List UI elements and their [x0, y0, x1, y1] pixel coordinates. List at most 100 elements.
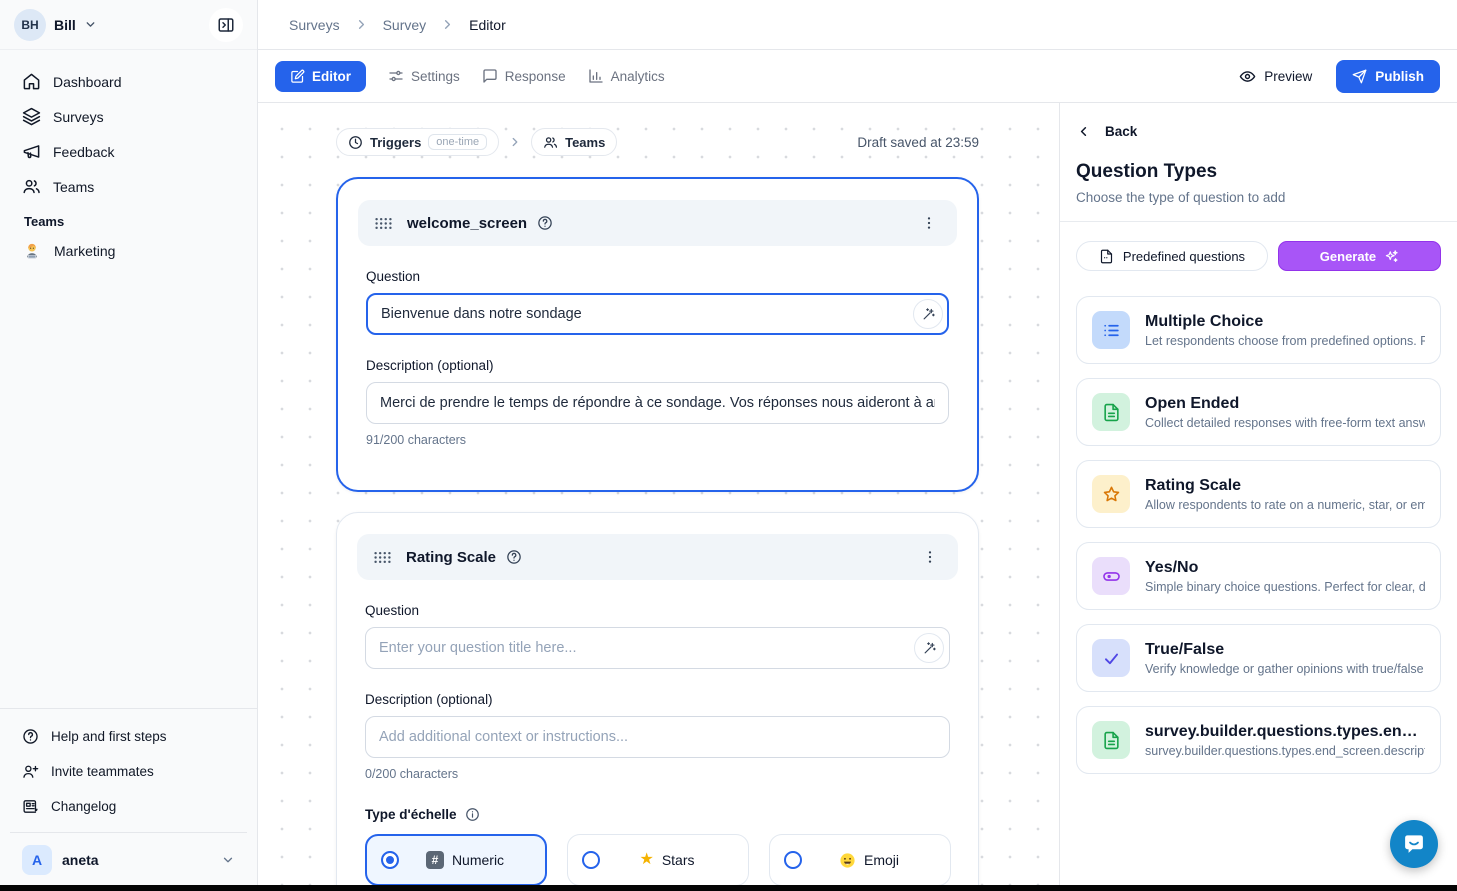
- chevron-left-icon: [1076, 124, 1091, 139]
- question-card-header: welcome_screen: [358, 200, 957, 246]
- sidebar-item-surveys[interactable]: Surveys: [10, 99, 247, 134]
- generate-button[interactable]: Generate: [1278, 241, 1441, 271]
- chevron-down-icon[interactable]: [84, 18, 97, 31]
- breadcrumb-survey[interactable]: Survey: [383, 17, 427, 33]
- type-card-yes-no[interactable]: Yes/No Simple binary choice questions. P…: [1076, 542, 1441, 610]
- ai-rewrite-button[interactable]: [913, 299, 943, 329]
- sidebar-footer: Help and first steps Invite teammates Ch…: [0, 708, 257, 891]
- preview-label: Preview: [1264, 69, 1312, 84]
- card-menu-button[interactable]: [918, 545, 942, 569]
- question-type-list: Multiple Choice Let respondents choose f…: [1060, 271, 1457, 799]
- description-label: Description (optional): [365, 692, 950, 707]
- window-bottom-edge: [0, 885, 1457, 891]
- tab-editor[interactable]: Editor: [275, 61, 366, 92]
- panel-actions: Predefined questions Generate: [1060, 222, 1457, 271]
- tab-settings[interactable]: Settings: [388, 68, 460, 84]
- question-title-input[interactable]: [365, 627, 950, 669]
- teams-pill-label: Teams: [565, 135, 605, 150]
- sidebar-item-changelog[interactable]: Changelog: [10, 789, 247, 824]
- users-icon: [22, 177, 41, 196]
- drag-handle-icon[interactable]: [373, 550, 392, 565]
- scale-option-numeric[interactable]: # Numeric: [365, 834, 547, 886]
- type-description: Allow respondents to rate on a numeric, …: [1145, 498, 1425, 512]
- char-count: 91/200 characters: [366, 433, 949, 447]
- sidebar-item-label: Invite teammates: [51, 764, 154, 779]
- predefined-questions-button[interactable]: Predefined questions: [1076, 241, 1268, 271]
- file-icon: [1099, 249, 1114, 264]
- type-name: Rating Scale: [1145, 477, 1425, 495]
- type-card-end-screen[interactable]: survey.builder.questions.types.end_scr..…: [1076, 706, 1441, 774]
- drag-handle-icon[interactable]: [374, 216, 393, 231]
- preview-button[interactable]: Preview: [1239, 68, 1312, 85]
- radio-unselected[interactable]: [582, 851, 600, 869]
- sidebar-item-team-marketing[interactable]: Marketing: [10, 233, 247, 269]
- help-circle-icon[interactable]: [537, 215, 553, 231]
- chevron-down-icon: [221, 853, 235, 867]
- send-icon: [1352, 69, 1367, 84]
- breadcrumb: Surveys Survey Editor: [258, 0, 1457, 50]
- tab-label: Response: [505, 69, 566, 84]
- trigger-type-badge: one-time: [428, 134, 487, 150]
- back-label: Back: [1105, 124, 1137, 139]
- sidebar-item-help[interactable]: Help and first steps: [10, 719, 247, 754]
- triggers-pill[interactable]: Triggers one-time: [336, 128, 499, 156]
- list-icon: [1092, 311, 1130, 349]
- question-title-input[interactable]: [366, 293, 949, 335]
- sidebar-item-dashboard[interactable]: Dashboard: [10, 64, 247, 99]
- back-button[interactable]: Back: [1076, 124, 1441, 139]
- breadcrumb-surveys[interactable]: Surveys: [289, 17, 340, 33]
- sidebar-item-feedback[interactable]: Feedback: [10, 134, 247, 169]
- type-description: Collect detailed responses with free-for…: [1145, 416, 1425, 430]
- sidebar-item-label: Changelog: [51, 799, 116, 814]
- info-icon[interactable]: [465, 807, 480, 822]
- breadcrumb-editor: Editor: [469, 17, 506, 33]
- help-circle-icon: [22, 728, 39, 745]
- sidebar-item-label: Help and first steps: [51, 729, 167, 744]
- edit-icon: [290, 69, 305, 84]
- chat-launcher-button[interactable]: [1390, 820, 1438, 868]
- type-card-open-ended[interactable]: Open Ended Collect detailed responses wi…: [1076, 378, 1441, 446]
- type-description: Let respondents choose from predefined o…: [1145, 334, 1425, 348]
- sidebar-nav: Dashboard Surveys Feedback Teams Teams: [0, 50, 257, 273]
- tab-label: Editor: [312, 69, 351, 84]
- panel-subtitle: Choose the type of question to add: [1076, 190, 1441, 221]
- type-description: Verify knowledge or gather opinions with…: [1145, 662, 1425, 676]
- question-card-header: Rating Scale: [357, 534, 958, 580]
- type-card-true-false[interactable]: True/False Verify knowledge or gather op…: [1076, 624, 1441, 692]
- radio-unselected[interactable]: [784, 851, 802, 869]
- sidebar-item-invite[interactable]: Invite teammates: [10, 754, 247, 789]
- sparkles-icon: [1384, 249, 1399, 264]
- question-card-rating-scale[interactable]: Rating Scale Question D: [336, 512, 979, 891]
- card-menu-button[interactable]: [917, 211, 941, 235]
- editor-canvas: Triggers one-time Teams Draft saved at 2…: [258, 103, 1059, 891]
- users-icon: [543, 135, 558, 150]
- magic-wand-icon: [921, 307, 936, 322]
- megaphone-icon: [22, 142, 41, 161]
- ai-rewrite-button[interactable]: [914, 633, 944, 663]
- radio-selected[interactable]: [381, 851, 399, 869]
- tab-analytics[interactable]: Analytics: [588, 68, 665, 84]
- file-text-icon: [1092, 721, 1130, 759]
- survey-meta-row: Triggers one-time Teams Draft saved at 2…: [336, 128, 979, 156]
- scale-option-label: Numeric: [452, 852, 504, 868]
- type-card-multiple-choice[interactable]: Multiple Choice Let respondents choose f…: [1076, 296, 1441, 364]
- scale-option-stars[interactable]: ★ Stars: [567, 834, 749, 886]
- question-description-input[interactable]: [366, 382, 949, 424]
- tab-response[interactable]: Response: [482, 68, 566, 84]
- teams-pill[interactable]: Teams: [531, 128, 617, 156]
- avatar[interactable]: BH: [14, 9, 46, 41]
- type-card-rating-scale[interactable]: Rating Scale Allow respondents to rate o…: [1076, 460, 1441, 528]
- scale-option-emoji[interactable]: Emoji: [769, 834, 951, 886]
- user-name[interactable]: Bill: [54, 17, 76, 33]
- question-card-welcome-screen[interactable]: welcome_screen Question: [336, 177, 979, 492]
- question-description-input[interactable]: [365, 716, 950, 758]
- sidebar-item-teams[interactable]: Teams: [10, 169, 247, 204]
- help-circle-icon[interactable]: [506, 549, 522, 565]
- publish-button[interactable]: Publish: [1336, 60, 1440, 93]
- org-switcher[interactable]: A aneta: [10, 832, 247, 891]
- tab-label: Settings: [411, 69, 460, 84]
- question-label: Question: [365, 603, 950, 618]
- home-icon: [22, 72, 41, 91]
- sidebar-toggle-button[interactable]: [209, 8, 243, 42]
- hash-keycap-emoji: #: [426, 851, 444, 869]
